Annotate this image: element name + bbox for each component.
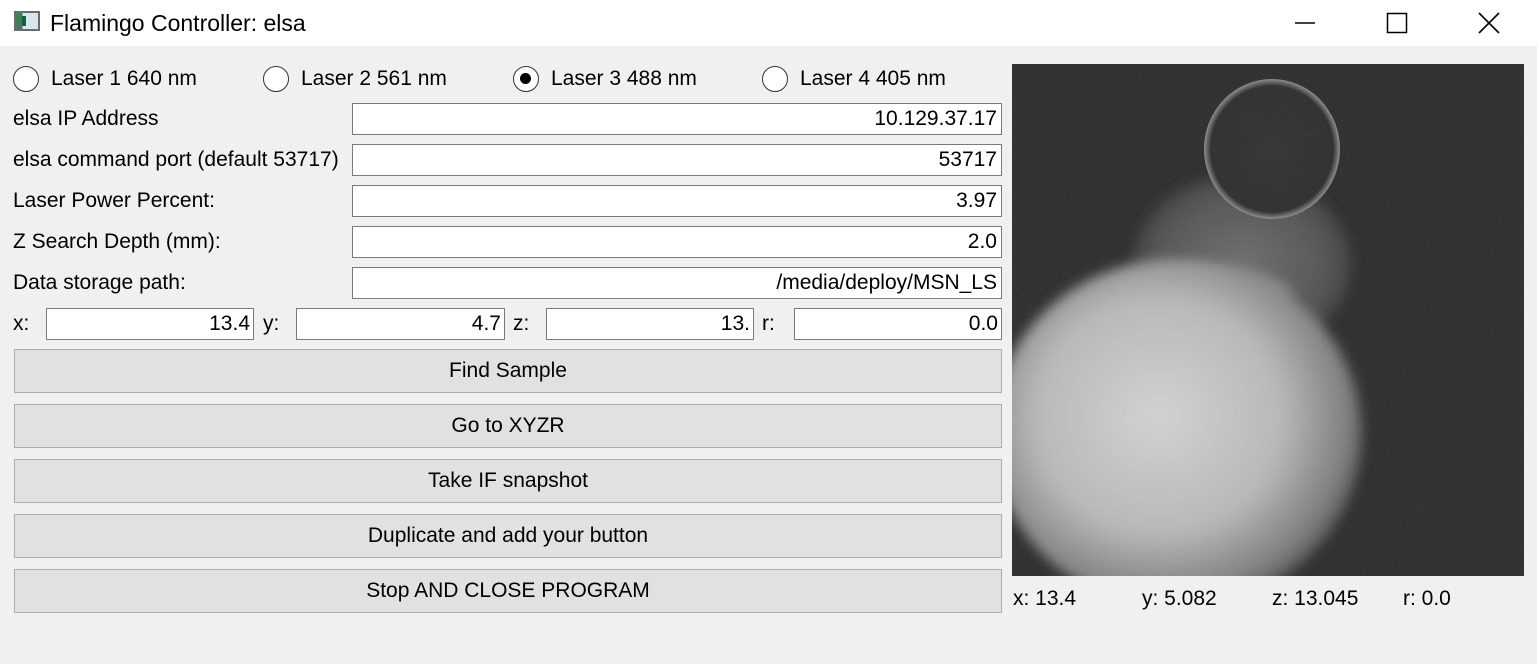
command-port-label: elsa command port (default 53717) xyxy=(13,148,339,171)
z-label: z: xyxy=(513,312,530,335)
laser-power-label: Laser Power Percent: xyxy=(13,189,215,212)
x-label: x: xyxy=(13,312,30,335)
y-field[interactable]: 4.7 xyxy=(296,308,505,340)
radio-laser-1[interactable]: Laser 1 640 nm xyxy=(13,64,197,94)
title-bar: Flamingo Controller: elsa xyxy=(0,0,1537,46)
laser-power-field[interactable]: 3.97 xyxy=(352,185,1002,217)
duplicate-button[interactable]: Duplicate and add your button xyxy=(14,514,1002,558)
close-icon xyxy=(1478,12,1500,34)
radio-circle[interactable] xyxy=(513,66,539,92)
readout-y: y: 5.082 xyxy=(1142,587,1217,610)
radio-laser-2[interactable]: Laser 2 561 nm xyxy=(263,64,447,94)
y-label: y: xyxy=(263,312,280,335)
readout-z: z: 13.045 xyxy=(1272,587,1359,610)
radio-label: Laser 3 488 nm xyxy=(551,67,697,90)
radio-circle[interactable] xyxy=(263,66,289,92)
z-search-depth-field[interactable]: 2.0 xyxy=(352,226,1002,258)
radio-label: Laser 1 640 nm xyxy=(51,67,197,90)
close-button[interactable] xyxy=(1443,0,1535,46)
radio-laser-4[interactable]: Laser 4 405 nm xyxy=(762,64,946,94)
r-label: r: xyxy=(762,312,775,335)
z-search-depth-label: Z Search Depth (mm): xyxy=(13,230,221,253)
x-field[interactable]: 13.4 xyxy=(46,308,254,340)
radio-label: Laser 4 405 nm xyxy=(800,67,946,90)
storage-path-label: Data storage path: xyxy=(13,271,186,294)
radio-laser-3[interactable]: Laser 3 488 nm xyxy=(513,64,697,94)
ip-address-label: elsa IP Address xyxy=(13,107,159,130)
maximize-button[interactable] xyxy=(1351,0,1443,46)
find-sample-button[interactable]: Find Sample xyxy=(14,349,1002,393)
radio-circle[interactable] xyxy=(13,66,39,92)
window-title: Flamingo Controller: elsa xyxy=(50,10,306,36)
z-field[interactable]: 13. xyxy=(546,308,754,340)
radio-circle[interactable] xyxy=(762,66,788,92)
minimize-icon xyxy=(1295,22,1315,24)
maximize-icon xyxy=(1386,12,1408,34)
camera-image-viewer xyxy=(1012,64,1524,576)
command-port-field[interactable]: 53717 xyxy=(352,144,1002,176)
ip-address-field[interactable]: 10.129.37.17 xyxy=(352,103,1002,135)
take-if-snapshot-button[interactable]: Take IF snapshot xyxy=(14,459,1002,503)
r-field[interactable]: 0.0 xyxy=(794,308,1002,340)
radio-label: Laser 2 561 nm xyxy=(301,67,447,90)
stop-and-close-button[interactable]: Stop AND CLOSE PROGRAM xyxy=(14,569,1002,613)
storage-path-field[interactable]: /media/deploy/MSN_LS xyxy=(352,267,1002,299)
readout-r: r: 0.0 xyxy=(1403,587,1451,610)
go-to-xyzr-button[interactable]: Go to XYZR xyxy=(14,404,1002,448)
app-icon xyxy=(14,11,40,31)
readout-x: x: 13.4 xyxy=(1013,587,1077,610)
minimize-button[interactable] xyxy=(1259,0,1351,46)
microscope-image xyxy=(1012,64,1524,576)
